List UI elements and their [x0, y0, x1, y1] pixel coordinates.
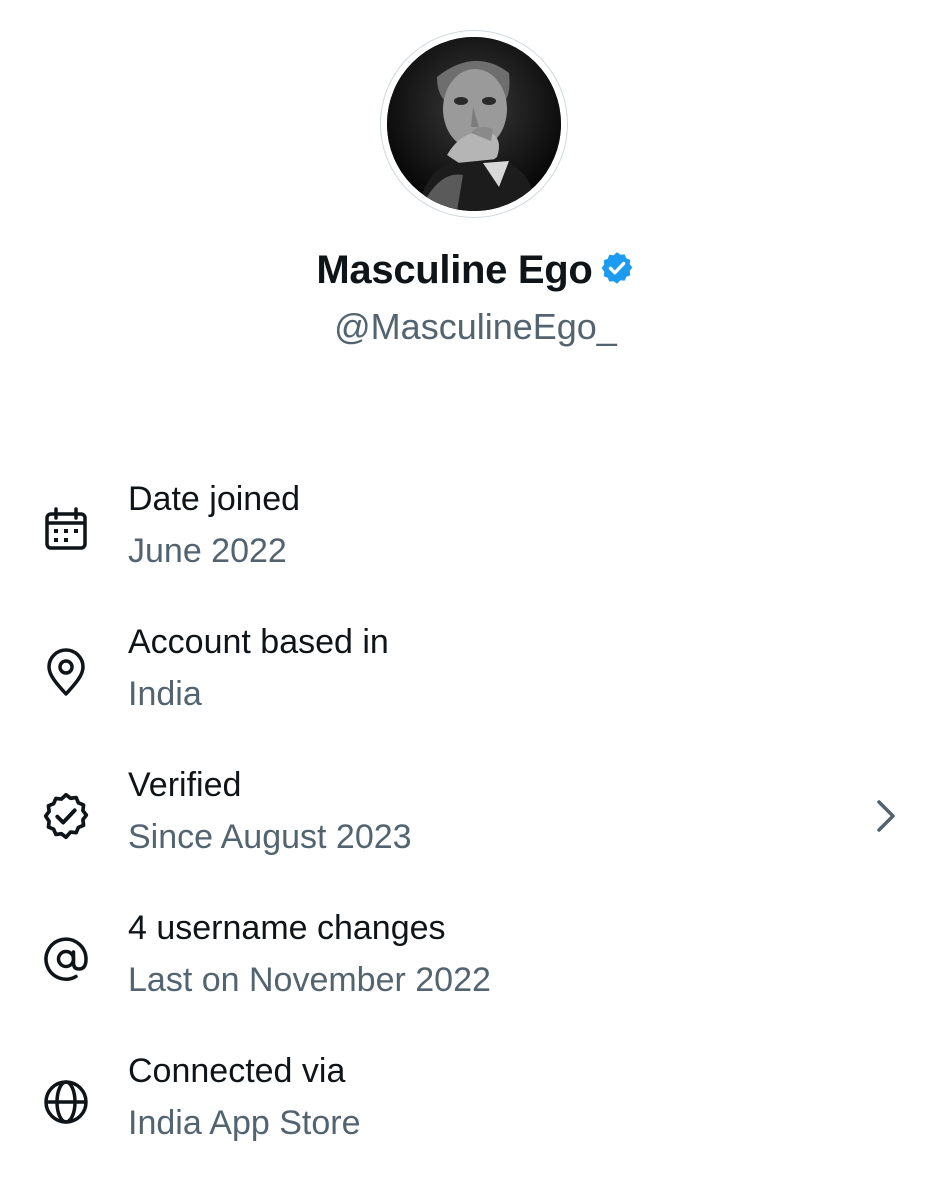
name-row: Masculine Ego: [0, 248, 951, 293]
detail-title: Account based in: [128, 623, 389, 661]
verified-badge-icon[interactable]: [599, 250, 635, 286]
detail-value: Since August 2023: [128, 818, 412, 856]
globe-icon: [40, 1076, 92, 1128]
avatar-image: [387, 37, 561, 211]
detail-row-account-based-in: Account based in India: [0, 613, 951, 756]
detail-row-username-changes: 4 username changes Last on November 2022: [0, 899, 951, 1042]
username-handle: @MasculineEgo_: [334, 306, 617, 347]
detail-value: June 2022: [128, 532, 287, 570]
at-sign-icon: [40, 933, 92, 985]
location-pin-icon: [40, 647, 92, 699]
detail-row-date-joined: Date joined June 2022: [0, 470, 951, 613]
detail-title: 4 username changes: [128, 909, 446, 947]
detail-value: Last on November 2022: [128, 961, 491, 999]
detail-value: India: [128, 675, 202, 713]
avatar[interactable]: [380, 30, 568, 218]
detail-title: Connected via: [128, 1052, 346, 1090]
calendar-icon: [40, 504, 92, 556]
display-name: Masculine Ego: [316, 248, 593, 292]
detail-title: Verified: [128, 766, 242, 804]
chevron-right-icon[interactable]: [866, 796, 906, 836]
detail-title: Date joined: [128, 480, 301, 518]
verified-check-icon: [40, 790, 92, 842]
profile-header: Masculine Ego @MasculineEgo_: [0, 0, 951, 380]
account-details-list: Date joined June 2022 Account based in I…: [0, 470, 951, 1185]
detail-row-connected-via: Connected via India App Store: [0, 1042, 951, 1185]
detail-row-verified[interactable]: Verified Since August 2023: [0, 756, 951, 899]
detail-value: India App Store: [128, 1104, 361, 1142]
